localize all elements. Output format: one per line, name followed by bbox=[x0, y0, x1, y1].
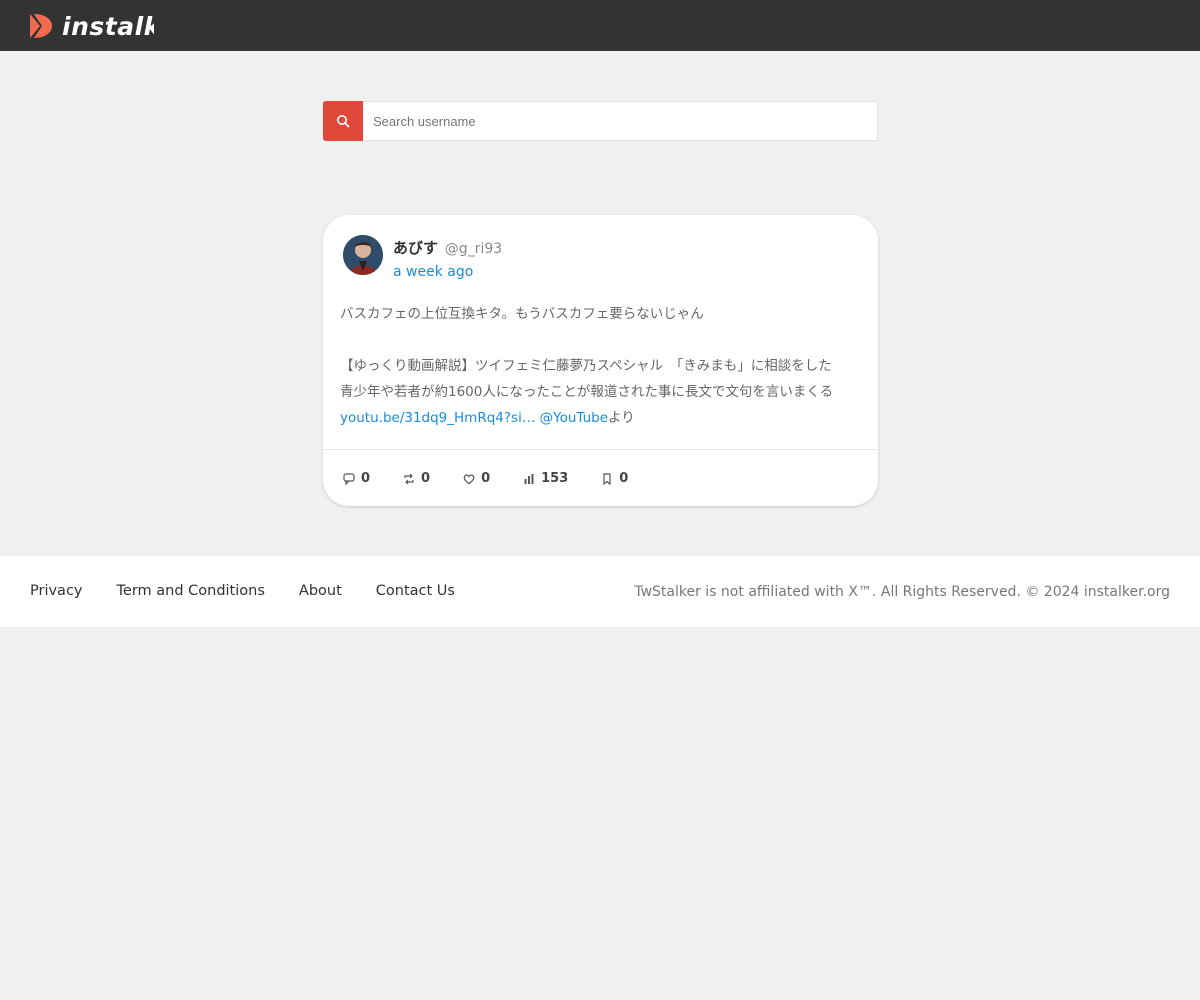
tweet-stats: 0 0 0 153 0 bbox=[343, 471, 661, 486]
card-divider bbox=[323, 449, 878, 450]
logo-icon bbox=[30, 14, 52, 38]
like-count: 0 bbox=[481, 471, 491, 486]
tweet-timestamp-link[interactable]: a week ago bbox=[393, 264, 473, 280]
search-icon bbox=[337, 115, 350, 128]
views-stat[interactable]: 153 bbox=[523, 471, 568, 486]
logo-text: instalker bbox=[62, 11, 154, 41]
site-logo[interactable]: instalker bbox=[28, 11, 154, 41]
tweet-line: バスカフェの上位互換キタ。もうバスカフェ要らないじゃん bbox=[340, 306, 704, 322]
reply-stat[interactable]: 0 bbox=[343, 471, 370, 486]
tweet-text: バスカフェの上位互換キタ。もうバスカフェ要らないじゃん 【ゆっくり動画解説】ツイ… bbox=[340, 301, 865, 431]
search-button[interactable] bbox=[323, 101, 363, 141]
search-bar bbox=[323, 101, 878, 141]
footer-link-contact[interactable]: Contact Us bbox=[376, 583, 455, 599]
youtube-link[interactable]: youtu.be/31dq9_HmRq4?si… bbox=[340, 410, 535, 426]
footer-link-privacy[interactable]: Privacy bbox=[30, 583, 83, 599]
bookmark-count: 0 bbox=[619, 471, 629, 486]
mention-link[interactable]: @YouTube bbox=[540, 410, 608, 426]
footer-link-terms[interactable]: Term and Conditions bbox=[117, 583, 265, 599]
tweet-card: あびす @g_ri93 a week ago バスカフェの上位互換キタ。もうバス… bbox=[323, 215, 878, 506]
copyright-text: TwStalker is not affiliated with X™. All… bbox=[634, 584, 1170, 600]
bookmark-icon bbox=[603, 472, 611, 485]
views-chart-icon bbox=[524, 473, 534, 484]
tweet-spacer bbox=[340, 327, 865, 353]
heart-icon bbox=[463, 473, 475, 484]
like-stat[interactable]: 0 bbox=[463, 471, 490, 486]
footer: Privacy Term and Conditions About Contac… bbox=[0, 556, 1200, 627]
user-handle[interactable]: @g_ri93 bbox=[445, 241, 502, 257]
search-input[interactable] bbox=[363, 102, 877, 140]
tweet-suffix: より bbox=[608, 410, 635, 426]
tweet-line: 【ゆっくり動画解説】ツイフェミ仁藤夢乃スペシャル 「きみまも」に相談をした bbox=[340, 358, 832, 374]
top-navbar: instalker bbox=[0, 0, 1200, 51]
tweet-line-links: youtu.be/31dq9_HmRq4?si… @YouTubeより bbox=[340, 405, 865, 431]
avatar[interactable] bbox=[343, 235, 383, 275]
retweet-stat[interactable]: 0 bbox=[403, 471, 430, 486]
retweet-count: 0 bbox=[421, 471, 431, 486]
reply-icon bbox=[343, 472, 355, 485]
views-count: 153 bbox=[541, 471, 569, 486]
display-name[interactable]: あびす bbox=[393, 239, 438, 257]
user-line: あびす @g_ri93 bbox=[393, 237, 502, 258]
bookmark-stat[interactable]: 0 bbox=[601, 471, 628, 486]
footer-links: Privacy Term and Conditions About Contac… bbox=[30, 583, 489, 599]
footer-link-about[interactable]: About bbox=[299, 583, 342, 599]
avatar-image bbox=[343, 235, 383, 275]
reply-count: 0 bbox=[361, 471, 371, 486]
retweet-icon bbox=[404, 473, 414, 484]
tweet-line: 青少年や若者が約1600人になったことが報道された事に長文で文句を言いまくる bbox=[340, 384, 834, 400]
